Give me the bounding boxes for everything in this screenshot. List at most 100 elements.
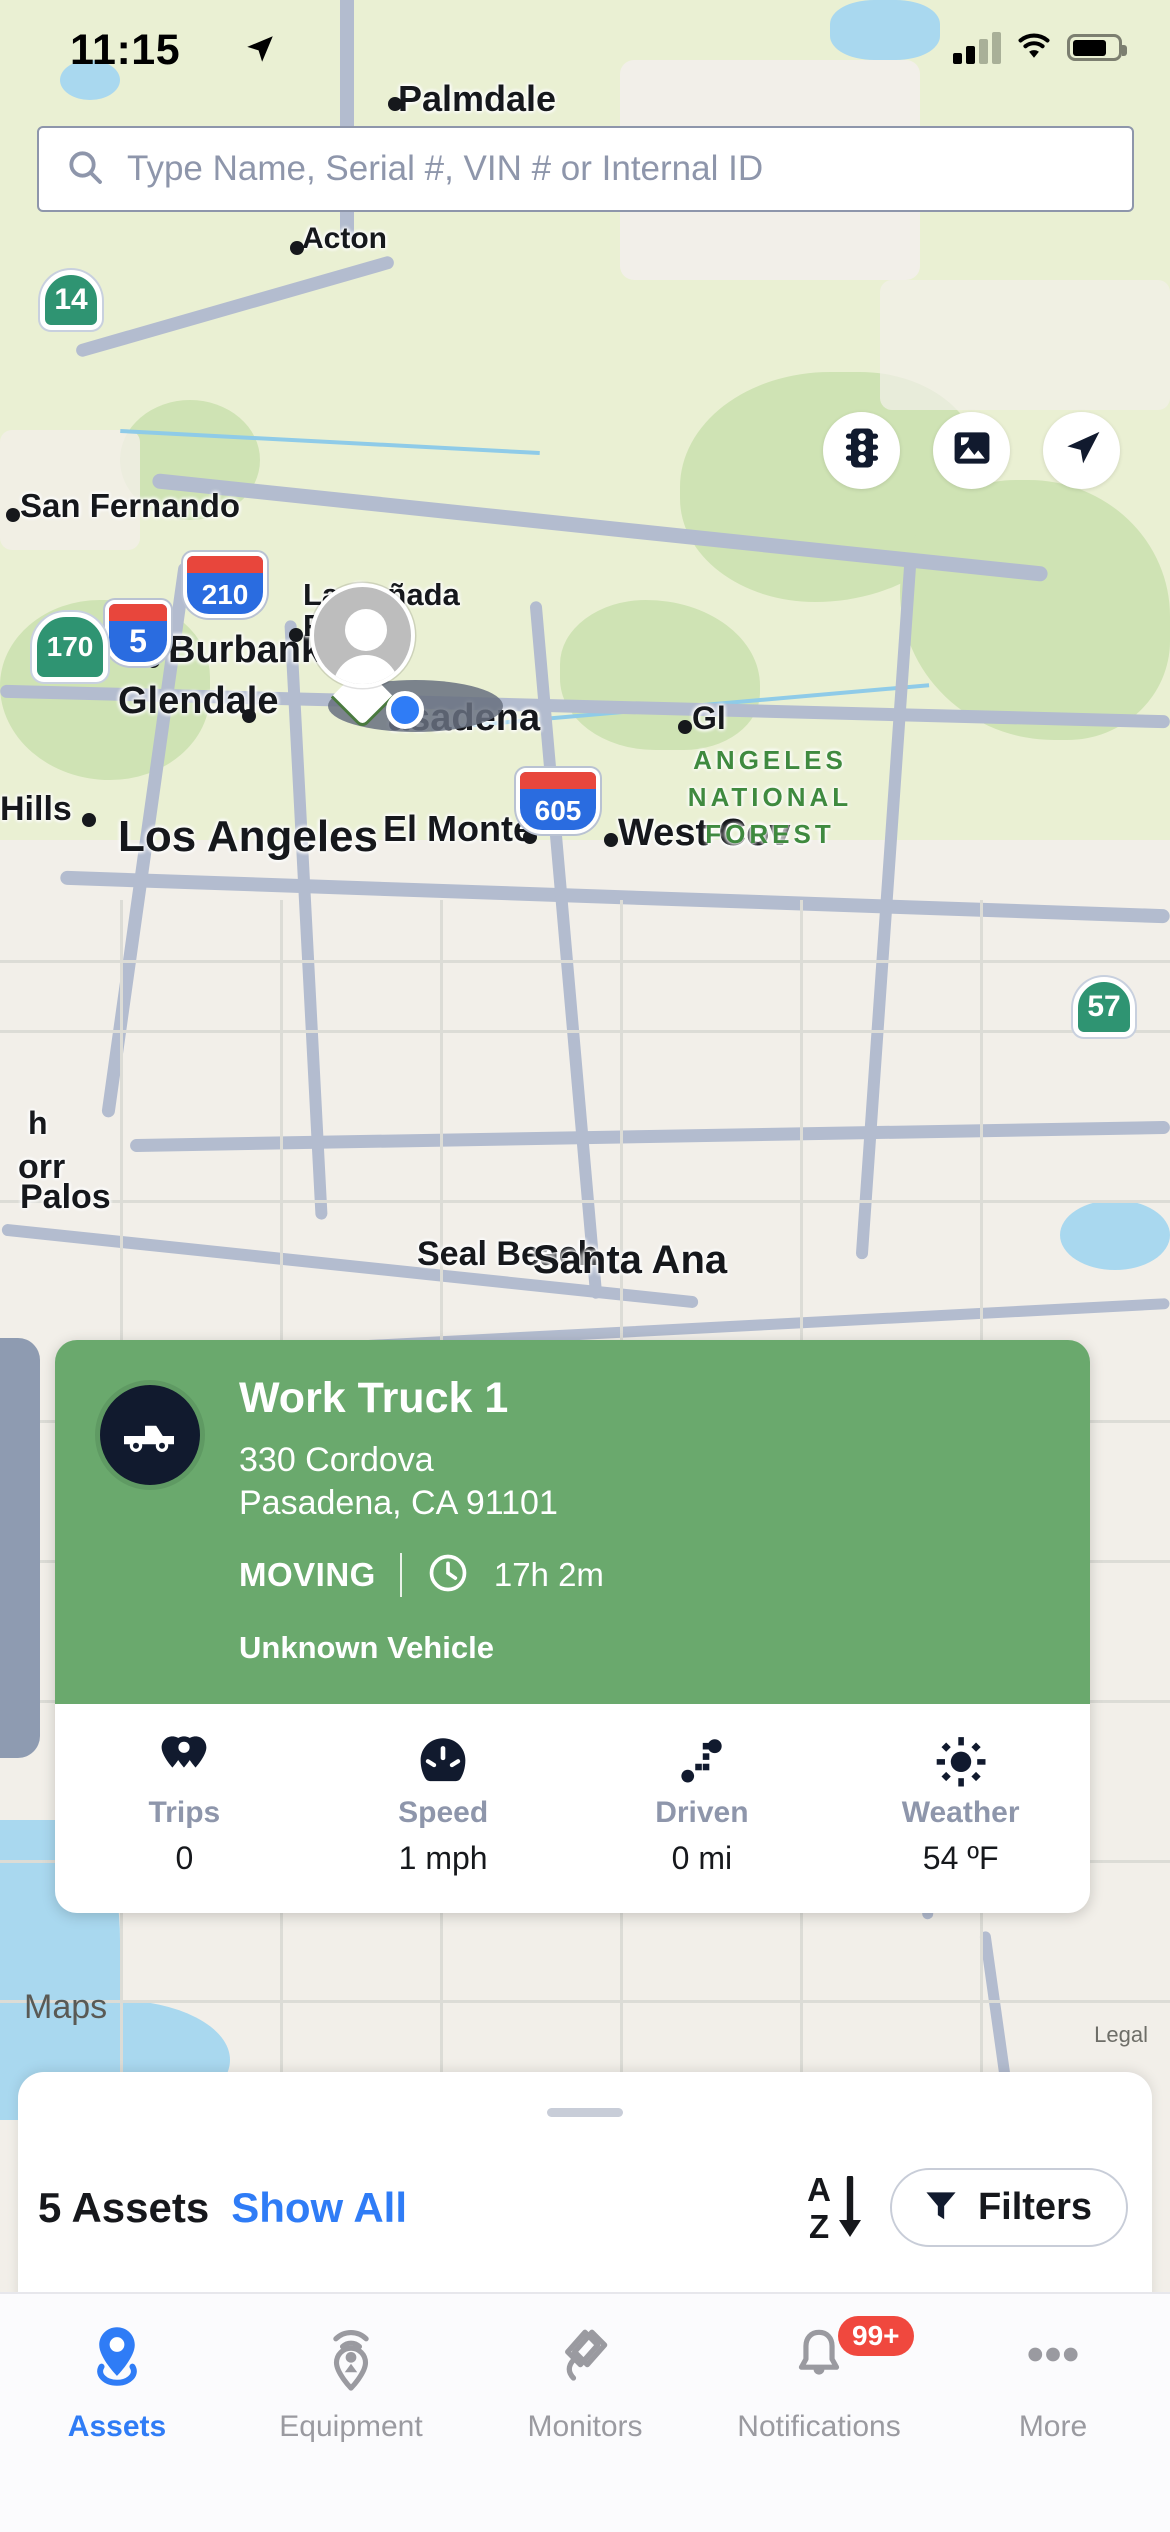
asset-detail-card[interactable]: Work Truck 1 330 Cordova Pasadena, CA 91… — [55, 1340, 1090, 1913]
map-city-label: Acton — [302, 222, 387, 255]
cellular-bars-icon — [953, 31, 1001, 64]
sort-alpha-down-icon[interactable]: A Z — [807, 2173, 864, 2243]
map-city-dot — [290, 240, 304, 255]
current-location-dot — [386, 691, 424, 729]
asset-name: Work Truck 1 — [239, 1374, 509, 1422]
map-street — [0, 960, 1170, 963]
pickup-truck-icon — [120, 1411, 180, 1460]
funnel-icon — [922, 2186, 960, 2229]
monitors-icon — [555, 2320, 615, 2400]
avatar[interactable] — [310, 583, 415, 688]
interstate-shield-icon: 5 — [105, 600, 171, 666]
tab-equipment[interactable]: Equipment — [234, 2320, 468, 2444]
map-city-label: San Fernando — [20, 487, 241, 524]
trips-pin-icon — [157, 1734, 211, 1790]
shield-number: 210 — [201, 579, 249, 610]
search-bar[interactable]: Type Name, Serial #, VIN # or Internal I… — [37, 126, 1134, 212]
status-badge: MOVING — [239, 1556, 376, 1594]
shield-number: 170 — [46, 631, 94, 662]
asset-duration: 17h 2m — [493, 1556, 604, 1594]
map-urban-area — [880, 280, 1170, 410]
map-city-dot — [242, 709, 256, 724]
asset-stat-value: 0 mi — [671, 1839, 733, 1876]
asset-avatar — [95, 1380, 205, 1490]
status-bar: 11:15 — [0, 0, 1170, 120]
search-icon — [65, 147, 105, 192]
bottom-tab-bar: Assets Equipment Monitors 99+ Notifications M… — [0, 2292, 1170, 2532]
map-city-dot — [604, 833, 618, 848]
asset-status-row: MOVING 17h 2m — [239, 1551, 1050, 1600]
speedometer-icon — [416, 1734, 470, 1790]
map-water — [1060, 1200, 1170, 1270]
map-city-label: El Monte — [383, 808, 533, 849]
ellipsis-icon — [1022, 2320, 1084, 2400]
tab-label: Equipment — [279, 2410, 423, 2443]
sort-letter-bottom: Z — [808, 2207, 830, 2245]
tab-monitors[interactable]: Monitors — [468, 2320, 702, 2444]
navigation-arrow-icon — [1060, 426, 1104, 475]
recenter-button[interactable] — [1043, 412, 1120, 489]
asset-stat-label: Weather — [901, 1795, 1020, 1829]
asset-stat-weather[interactable]: Weather 54 ºF — [831, 1734, 1090, 1877]
traffic-light-icon — [841, 426, 883, 475]
asset-stat-driven[interactable]: Driven 0 mi — [573, 1734, 832, 1877]
map-city-label: orr — [18, 1148, 66, 1186]
map-city-label: Hills — [0, 790, 72, 828]
selected-asset-map-pin[interactable] — [310, 583, 520, 743]
show-all-link[interactable]: Show All — [231, 2184, 407, 2232]
image-layer-icon — [950, 426, 994, 475]
tab-more[interactable]: More — [936, 2320, 1170, 2444]
asset-stat-trips[interactable]: Trips 0 — [55, 1734, 314, 1877]
adjacent-asset-card-edge[interactable] — [0, 1338, 40, 1758]
asset-card-info: Work Truck 1 330 Cordova Pasadena, CA 91… — [239, 1374, 1050, 1666]
sheet-grabber-handle[interactable] — [547, 2108, 623, 2117]
asset-stat-value: 1 mph — [398, 1839, 488, 1876]
asset-stat-speed[interactable]: Speed 1 mph — [314, 1734, 573, 1877]
interstate-shield-icon: 605 — [516, 768, 600, 834]
map-controls — [823, 412, 1120, 489]
tab-label: More — [1018, 2410, 1088, 2443]
map-forest-label-line: FOREST — [705, 818, 835, 849]
tab-label: Monitors — [527, 2410, 643, 2443]
status-divider — [399, 1553, 402, 1598]
asset-subtitle: Unknown Vehicle — [239, 1629, 494, 1665]
sheet-toolbar: 5 Assets Show All A Z Filters — [38, 2168, 1128, 2247]
asset-stat-value: 0 — [175, 1839, 194, 1876]
filters-label: Filters — [977, 2186, 1092, 2228]
map-legal-link[interactable]: Legal — [1094, 2022, 1148, 2048]
map-street — [0, 1200, 1170, 1203]
asset-stat-label: Trips — [148, 1795, 221, 1829]
apple-maps-label: Maps — [24, 1988, 108, 2026]
shield-number: 605 — [534, 795, 582, 826]
sheet-toolbar-actions: A Z Filters — [807, 2168, 1128, 2247]
bell-icon: 99+ — [792, 2316, 914, 2400]
interstate-shield-icon: 210 — [183, 552, 267, 618]
route-dashed-icon — [675, 1734, 729, 1790]
map-street — [0, 1030, 1170, 1033]
map-pin-icon — [87, 2320, 147, 2400]
app-screen: Palmdale Acton San Fernando Burbank Glendale… — [0, 0, 1170, 2532]
map-type-button[interactable] — [933, 412, 1010, 489]
map-forest-label: ANGELES NATIONAL FOREST — [620, 742, 920, 853]
map-city-dot — [6, 507, 20, 522]
map-city-label: Los Angeles — [118, 812, 378, 861]
state-route-shield-icon: 14 — [40, 270, 102, 330]
traffic-button[interactable] — [823, 412, 900, 489]
tab-notifications[interactable]: 99+ Notifications — [702, 2316, 936, 2444]
asset-stats-row: Trips 0 Speed 1 mph Driven 0 mi Weather 54 ºF — [55, 1703, 1090, 1913]
state-route-shield-icon: 57 — [1073, 977, 1135, 1037]
wifi-icon — [1015, 30, 1053, 65]
notification-badge: 99+ — [838, 2316, 914, 2356]
status-bar-time: 11:15 — [70, 26, 181, 74]
tab-assets[interactable]: Assets — [0, 2320, 234, 2444]
map-city-dot — [289, 627, 303, 642]
asset-stat-value: 54 ºF — [922, 1839, 999, 1876]
tab-label: Assets — [67, 2410, 167, 2443]
search-input[interactable]: Type Name, Serial #, VIN # or Internal I… — [127, 149, 763, 189]
asset-address-line-1: 330 Cordova — [239, 1441, 434, 1479]
status-bar-indicators — [953, 30, 1127, 65]
filters-button[interactable]: Filters — [889, 2168, 1128, 2247]
asset-address-line-2: Pasadena, CA 91101 — [239, 1483, 558, 1522]
asset-stat-label: Driven — [655, 1795, 749, 1829]
map-city-label: Santa Ana — [533, 1238, 728, 1282]
